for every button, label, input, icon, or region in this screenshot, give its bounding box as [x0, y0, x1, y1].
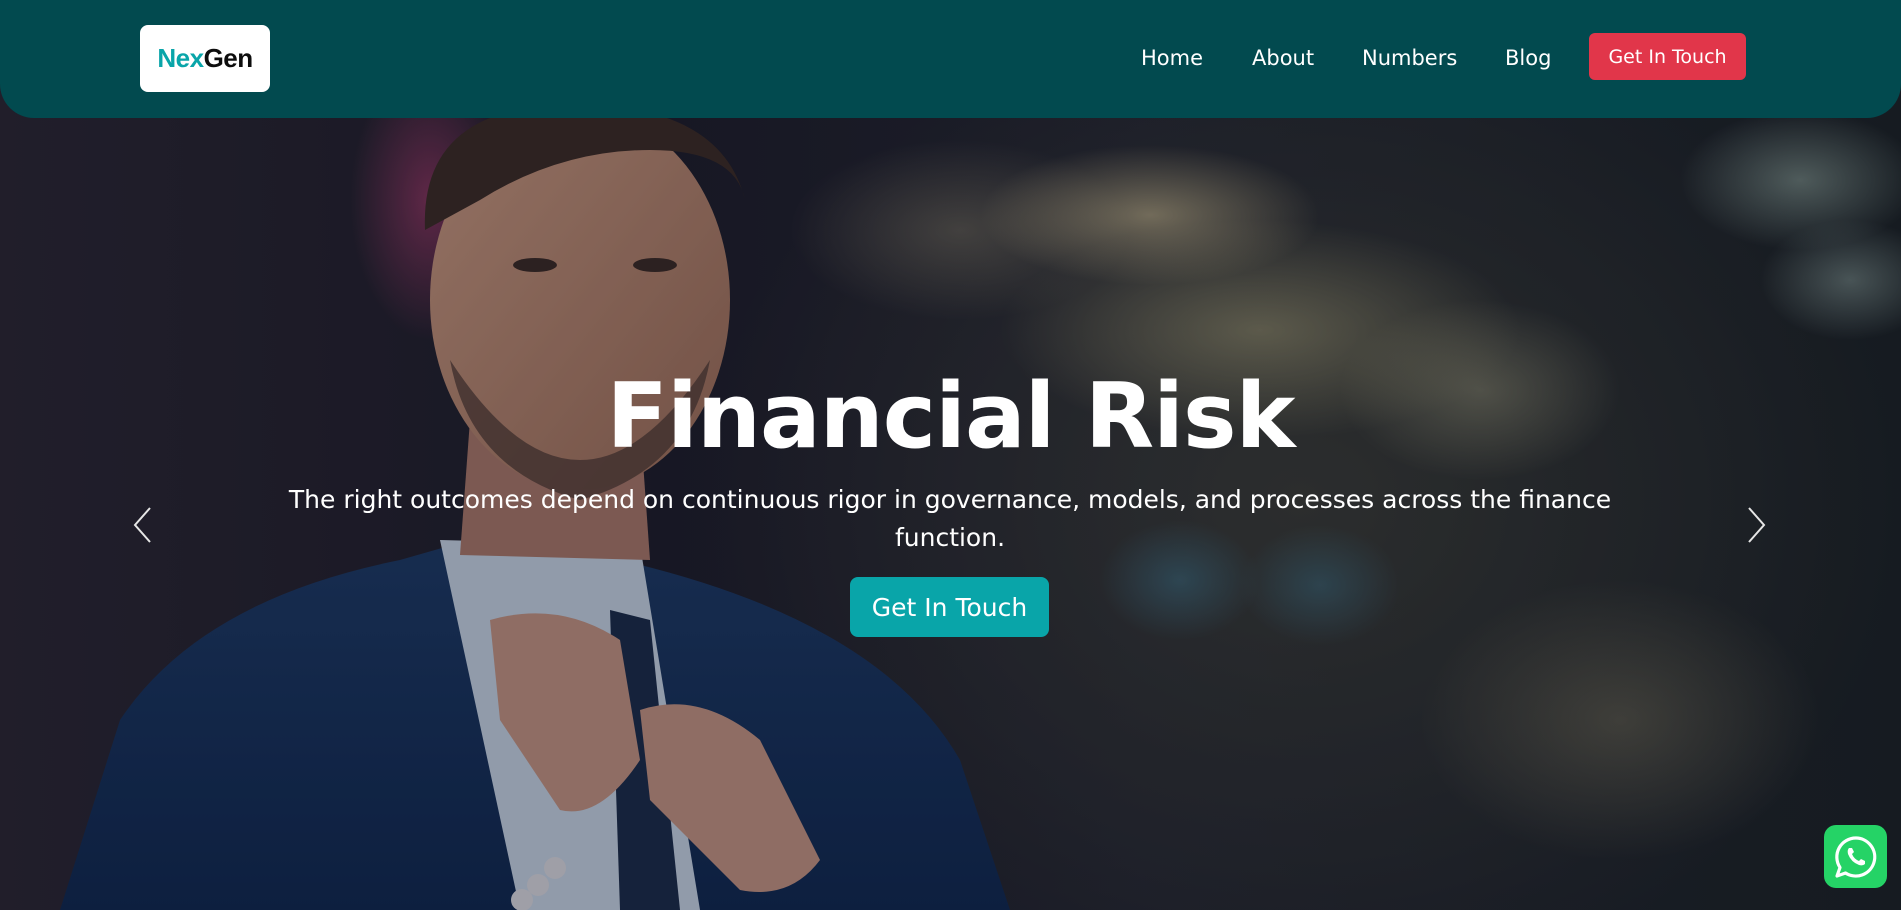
- carousel-next-button[interactable]: [1742, 503, 1772, 547]
- carousel-prev-button[interactable]: [127, 503, 157, 547]
- nav-get-in-touch-button[interactable]: Get In Touch: [1589, 33, 1746, 80]
- hero-title: Financial Risk: [606, 364, 1296, 469]
- navbar: Nex Gen Home About Numbers Blog Get In To…: [0, 0, 1901, 118]
- logo-text-part2: Gen: [203, 43, 254, 73]
- hero-subtitle: The right outcomes depend on continuous …: [288, 485, 1612, 552]
- nav-link-home[interactable]: Home: [1141, 44, 1203, 72]
- logo-text-part1: Nex: [157, 43, 204, 73]
- chevron-left-icon: [133, 507, 151, 543]
- logo[interactable]: Nex Gen: [140, 25, 270, 92]
- chevron-right-icon: [1748, 507, 1766, 543]
- nav-link-numbers[interactable]: Numbers: [1362, 44, 1457, 72]
- whatsapp-icon: [1834, 835, 1876, 878]
- hero-get-in-touch-button[interactable]: Get In Touch: [850, 577, 1049, 637]
- nav-link-about[interactable]: About: [1252, 44, 1314, 72]
- nav-link-blog[interactable]: Blog: [1505, 44, 1551, 72]
- whatsapp-button[interactable]: [1824, 825, 1887, 888]
